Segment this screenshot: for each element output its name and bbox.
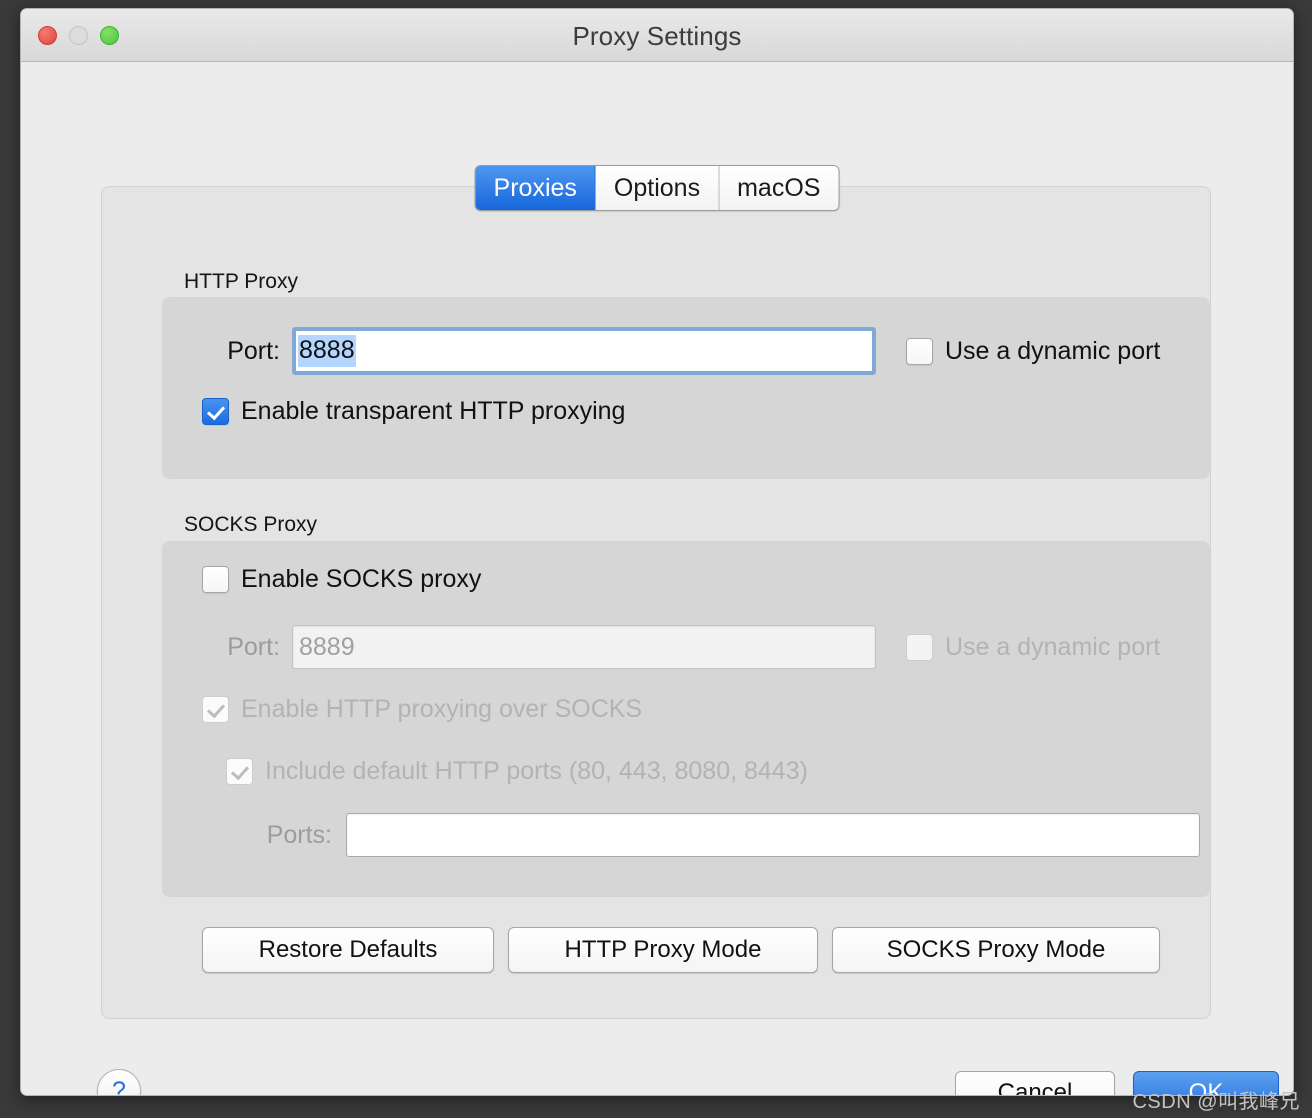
include-default-ports-checkbox[interactable]: [226, 758, 253, 785]
http-dynamic-port-label[interactable]: Use a dynamic port: [945, 337, 1160, 366]
http-over-socks-row: Enable HTTP proxying over SOCKS: [202, 695, 642, 724]
include-default-ports-row: Include default HTTP ports (80, 443, 808…: [226, 757, 808, 786]
tab-bar: Proxies Options macOS: [474, 165, 840, 211]
http-proxy-mode-button[interactable]: HTTP Proxy Mode: [508, 927, 818, 973]
enable-socks-proxy-label[interactable]: Enable SOCKS proxy: [241, 565, 481, 594]
tab-macos[interactable]: macOS: [719, 166, 839, 210]
http-port-value: 8888: [298, 335, 356, 367]
enable-socks-proxy-checkbox[interactable]: [202, 566, 229, 593]
enable-socks-row: Enable SOCKS proxy: [202, 565, 481, 594]
mode-button-group: Restore Defaults HTTP Proxy Mode SOCKS P…: [202, 927, 1160, 973]
socks-proxy-group-label: SOCKS Proxy: [184, 513, 318, 536]
tab-proxies[interactable]: Proxies: [475, 166, 596, 210]
socks-dynamic-port-label[interactable]: Use a dynamic port: [945, 633, 1160, 662]
http-port-row: Port: 8888 Use a dynamic port: [200, 327, 1210, 375]
watermark: CSDN @叫我峰兄: [1132, 1091, 1300, 1113]
window-content: Proxies Options macOS HTTP Proxy Port: 8…: [21, 62, 1293, 1095]
restore-defaults-button[interactable]: Restore Defaults: [202, 927, 494, 973]
http-proxy-groupbox: [162, 297, 1210, 479]
socks-port-input[interactable]: 8889: [292, 625, 876, 669]
include-default-ports-label[interactable]: Include default HTTP ports (80, 443, 808…: [265, 757, 808, 786]
socks-ports-input[interactable]: [346, 813, 1200, 857]
window-titlebar: Proxy Settings: [21, 9, 1293, 62]
socks-ports-label: Ports:: [266, 820, 332, 849]
enable-transparent-http-label[interactable]: Enable transparent HTTP proxying: [241, 397, 625, 426]
help-button[interactable]: ?: [97, 1069, 141, 1095]
tab-options[interactable]: Options: [595, 166, 720, 210]
http-proxy-group-label: HTTP Proxy: [184, 270, 298, 293]
http-port-label: Port:: [227, 336, 280, 365]
socks-ports-row: Ports:: [232, 813, 1212, 857]
socks-port-row: Port: 8889 Use a dynamic port: [200, 625, 1210, 669]
enable-http-over-socks-label[interactable]: Enable HTTP proxying over SOCKS: [241, 695, 642, 724]
window-title: Proxy Settings: [572, 21, 742, 51]
socks-port-value: 8889: [299, 632, 355, 661]
socks-dynamic-port-checkbox[interactable]: [906, 633, 933, 661]
transparent-proxy-row: Enable transparent HTTP proxying: [202, 397, 625, 426]
socks-proxy-mode-button[interactable]: SOCKS Proxy Mode: [832, 927, 1160, 973]
proxy-settings-window: Proxy Settings Proxies Options macOS HTT…: [20, 8, 1294, 1096]
enable-transparent-http-checkbox[interactable]: [202, 398, 229, 425]
http-dynamic-port-checkbox[interactable]: [906, 337, 933, 365]
enable-http-over-socks-checkbox[interactable]: [202, 696, 229, 723]
proxies-tab-panel: HTTP Proxy Port: 8888 Use a dynamic port…: [101, 186, 1211, 1019]
http-port-input[interactable]: 8888: [292, 327, 876, 375]
socks-port-label: Port:: [227, 632, 280, 661]
cancel-button[interactable]: Cancel: [955, 1071, 1115, 1095]
